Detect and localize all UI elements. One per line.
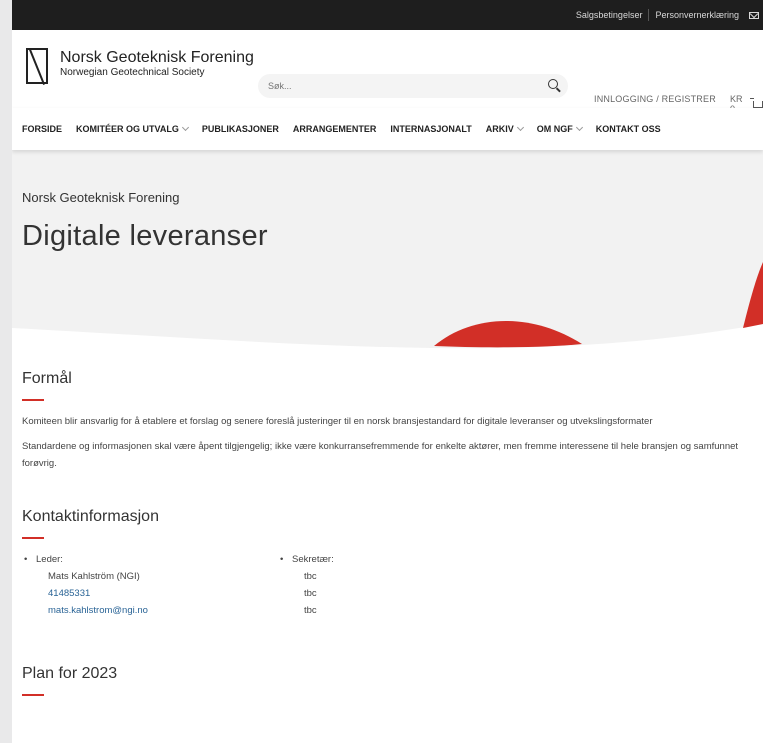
formal-paragraph-2: Standardene og informasjonen skal være å…: [22, 441, 739, 469]
contact-name: Mats Kahlström (NGI): [48, 571, 140, 582]
formal-paragraph-1: Komiteen blir ansvarlig for å etablere e…: [22, 416, 653, 427]
search-box: [258, 74, 568, 98]
nav-item-publikasjoner[interactable]: PUBLIKASJONER: [202, 124, 279, 134]
search-icon[interactable]: [548, 79, 558, 89]
section-heading-formal: Formål: [22, 370, 72, 387]
contact-sekretaer: Sekretær: tbc tbc tbc: [278, 551, 534, 619]
contact-phone-link[interactable]: 41485331: [36, 585, 278, 602]
contact-phone: tbc: [304, 588, 317, 599]
main-content: Formål Komiteen blir ansvarlig for å eta…: [22, 370, 762, 708]
page-title: Digitale leveranser: [22, 220, 268, 252]
contact-label: Sekretær:: [292, 554, 334, 565]
section-heading-kontakt: Kontaktinformasjon: [22, 508, 159, 525]
heading-accent-bar: [22, 694, 44, 696]
contact-list: Leder: Mats Kahlström (NGI) 41485331 mat…: [22, 551, 762, 619]
nav-item-komiteer[interactable]: KOMITÉER OG UTVALG: [76, 123, 189, 134]
main-nav: FORSIDE KOMITÉER OG UTVALG PUBLIKASJONER…: [12, 108, 763, 150]
hero-breadcrumb: Norsk Geoteknisk Forening: [22, 190, 180, 205]
contact-email-link[interactable]: mats.kahlstrom@ngi.no: [36, 602, 278, 619]
topbar-link-salgsbetingelser[interactable]: Salgsbetingelser: [570, 10, 649, 20]
nav-item-forside[interactable]: FORSIDE: [22, 124, 62, 134]
logo-name: Norsk Geoteknisk Forening: [60, 49, 254, 66]
contact-label: Leder:: [36, 554, 63, 565]
login-register-link[interactable]: INNLOGGING / REGISTRER: [594, 94, 716, 104]
mail-icon[interactable]: [749, 11, 759, 19]
heading-accent-bar: [22, 399, 44, 401]
chevron-down-icon: [575, 123, 583, 132]
nav-item-internasjonalt[interactable]: INTERNASJONALT: [390, 124, 471, 134]
page-hero: Norsk Geoteknisk Forening Digitale lever…: [12, 150, 763, 350]
search-input[interactable]: [258, 74, 538, 98]
contact-name: tbc: [304, 571, 317, 582]
site-header: Norsk Geoteknisk Forening Norwegian Geot…: [12, 30, 763, 114]
chevron-down-icon: [181, 123, 189, 132]
nav-item-om-ngf[interactable]: OM NGF: [537, 123, 583, 134]
heading-accent-bar: [22, 537, 44, 539]
page: Salgsbetingelser Personvernerklæring Nor…: [12, 0, 763, 743]
nav-item-arkiv[interactable]: ARKIV: [486, 123, 524, 134]
nav-item-kontakt[interactable]: KONTAKT OSS: [596, 124, 661, 134]
contact-leder: Leder: Mats Kahlström (NGI) 41485331 mat…: [22, 551, 278, 619]
logo-mark-icon: [26, 48, 48, 84]
topbar-link-personvern[interactable]: Personvernerklæring: [649, 10, 745, 20]
contact-email: tbc: [304, 605, 317, 616]
site-logo[interactable]: Norsk Geoteknisk Forening Norwegian Geot…: [26, 48, 254, 84]
section-heading-plan: Plan for 2023: [22, 665, 118, 682]
nav-item-arrangementer[interactable]: ARRANGEMENTER: [293, 124, 377, 134]
logo-subtitle: Norwegian Geotechnical Society: [60, 67, 205, 78]
cart-icon: [750, 97, 763, 108]
chevron-down-icon: [516, 123, 524, 132]
top-bar: Salgsbetingelser Personvernerklæring: [12, 0, 763, 30]
